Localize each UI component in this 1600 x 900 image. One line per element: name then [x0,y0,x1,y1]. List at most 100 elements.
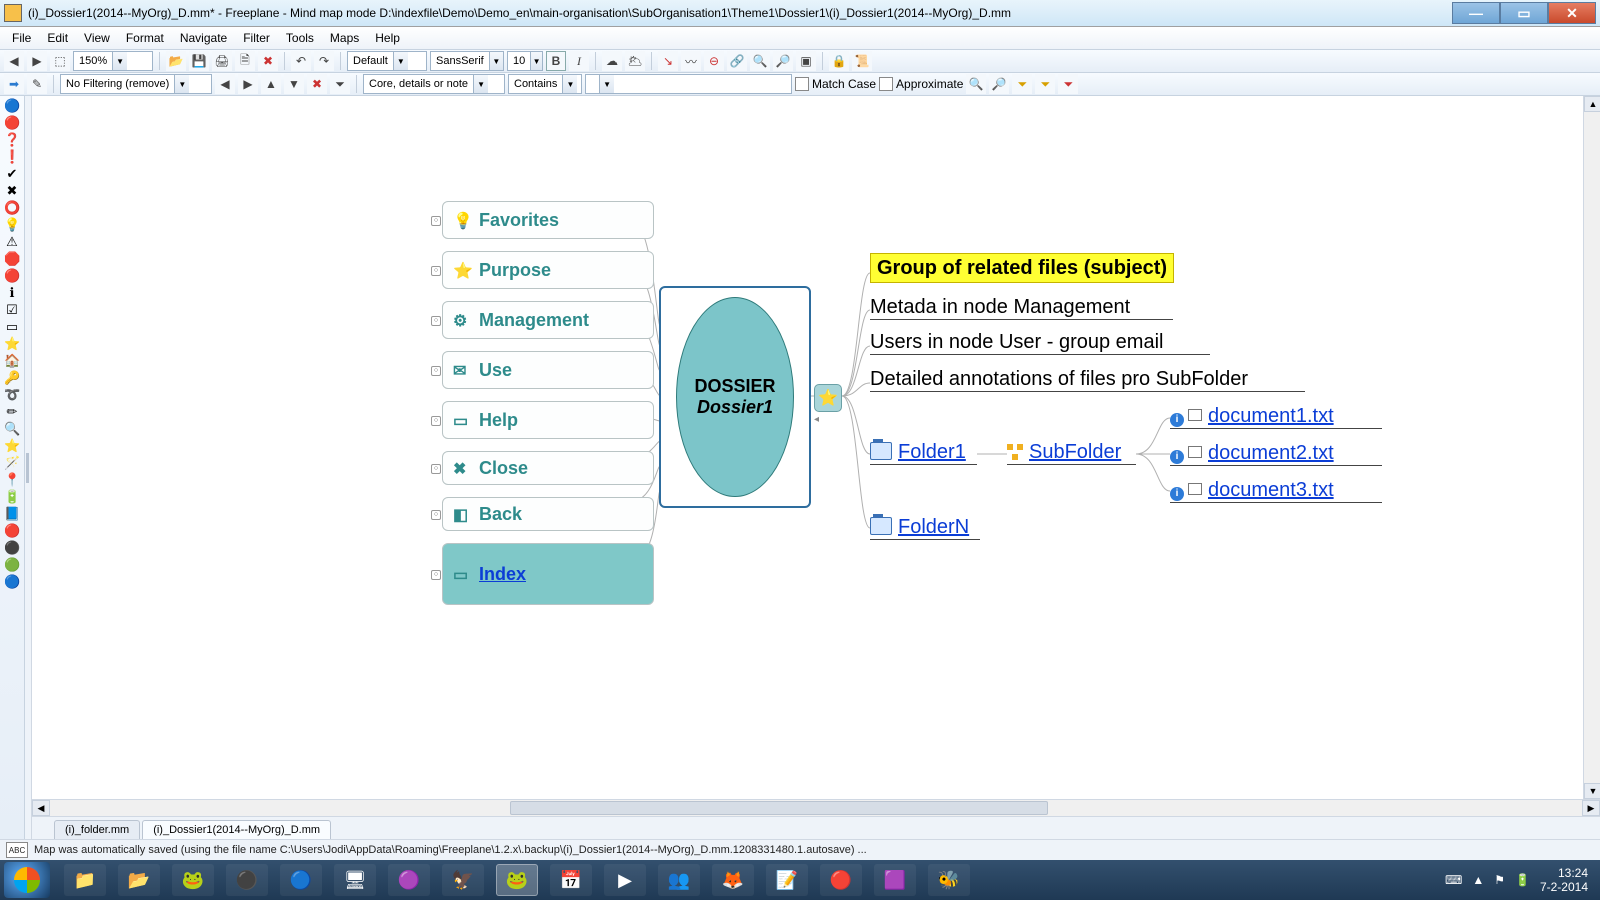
toggle-handle-icon[interactable]: ○ [431,510,441,520]
subfolder-link[interactable]: SubFolder [1029,441,1121,463]
sidebar-icon-14[interactable]: ⭐ [4,336,20,352]
left-node-close[interactable]: ○✖Close [442,451,654,485]
left-node-purpose[interactable]: ○⭐Purpose [442,251,654,289]
sidebar-icon-26[interactable]: ⚫ [4,540,20,556]
find-next-icon[interactable]: 🔎 [989,74,1009,94]
sidebar-icon-19[interactable]: 🔍 [4,421,20,437]
tray-flag-icon[interactable]: ⚑ [1494,873,1505,887]
sidebar-icon-23[interactable]: 🔋 [4,489,20,505]
left-node-index[interactable]: ○▭Index [442,543,654,605]
node-document3[interactable]: idocument3.txt [1170,479,1382,503]
filter-match-combo[interactable]: Contains▼ [508,74,582,94]
approximate-checkbox[interactable]: Approximate [879,77,963,91]
taskbar-app-1[interactable]: 📂 [118,864,160,896]
encrypt-icon[interactable]: 🔒 [829,51,849,71]
folder1-link[interactable]: Folder1 [898,441,966,463]
nav-back-icon[interactable]: ◀ [4,51,24,71]
paragraph-style-combo[interactable]: Default▼ [347,51,427,71]
italic-icon[interactable]: I [569,51,589,71]
edge-style-icon[interactable]: ↘ [658,51,678,71]
menu-edit[interactable]: Edit [39,29,76,47]
filter-scope-combo[interactable]: Core, details or note▼ [363,74,505,94]
filter-prev-icon[interactable]: ◀ [215,74,235,94]
taskbar-app-16[interactable]: 🐝 [928,864,970,896]
filter-apply-icon[interactable]: ➡ [4,74,24,94]
sidebar-icon-25[interactable]: 🔴 [4,523,20,539]
splitter[interactable] [25,96,32,839]
taskbar-app-5[interactable]: 🖥 [334,864,376,896]
sidebar-icon-5[interactable]: ✖ [4,183,20,199]
sidebar-icon-17[interactable]: ➰ [4,387,20,403]
root-node[interactable]: DOSSIER Dossier1 [659,286,811,508]
mindmap-canvas[interactable]: ○💡Favorites○⭐Purpose○⚙Management○✉Use○▭H… [32,96,1583,799]
save-icon[interactable]: 💾 [189,51,209,71]
foldern-link[interactable]: FolderN [898,516,969,538]
sidebar-icon-6[interactable]: ⭕ [4,200,20,216]
toggle-handle-icon[interactable]: ○ [431,216,441,226]
filter-funnel-icon[interactable]: ⏷ [330,74,350,94]
node-document2[interactable]: idocument2.txt [1170,442,1382,466]
cloud-color-icon[interactable]: 🌥 [625,51,645,71]
tray-battery-icon[interactable]: 🔋 [1515,873,1530,887]
sidebar-icon-11[interactable]: ℹ [4,285,20,301]
taskbar-app-14[interactable]: 🔴 [820,864,862,896]
close-map-icon[interactable]: ✖ [258,51,278,71]
sidebar-icon-24[interactable]: 📘 [4,506,20,522]
taskbar-app-15[interactable]: 🟪 [874,864,916,896]
document3-link[interactable]: document3.txt [1208,479,1334,501]
document1-link[interactable]: document1.txt [1208,405,1334,427]
sidebar-icon-20[interactable]: ⭐ [4,438,20,454]
menu-maps[interactable]: Maps [322,29,367,47]
deselect-icon[interactable]: ⏷ [1058,74,1078,94]
open-icon[interactable]: 📂 [166,51,186,71]
menu-file[interactable]: File [4,29,39,47]
sidebar-icon-21[interactable]: 🪄 [4,455,20,471]
cloud-icon[interactable]: ☁ [602,51,622,71]
taskbar-app-2[interactable]: 🐸 [172,864,214,896]
filter-next-icon[interactable]: ▶ [238,74,258,94]
sidebar-icon-16[interactable]: 🔑 [4,370,20,386]
match-case-checkbox[interactable]: Match Case [795,77,876,91]
taskbar-app-13[interactable]: 📝 [766,864,808,896]
maximize-button[interactable]: ▭ [1500,2,1548,24]
new-map-icon[interactable]: 🗎 [235,51,255,71]
toggle-handle-icon[interactable]: ○ [431,570,441,580]
filter-up-icon[interactable]: ▲ [261,74,281,94]
taskbar-app-6[interactable]: 🟣 [388,864,430,896]
left-node-use[interactable]: ○✉Use [442,351,654,389]
node-document1[interactable]: idocument1.txt [1170,405,1382,429]
tab-folder[interactable]: (i)_folder.mm [54,820,140,839]
node-subfolder[interactable]: SubFolder [1007,441,1136,465]
select-all-icon[interactable]: ⏷ [1012,74,1032,94]
tray-keyboard-icon[interactable]: ⌨ [1445,873,1462,887]
sidebar-icon-4[interactable]: ✔ [4,166,20,182]
note-line-3[interactable]: Detailed annotations of files pro SubFol… [870,368,1305,392]
sidebar-icon-7[interactable]: 💡 [4,217,20,233]
taskbar-app-12[interactable]: 🦊 [712,864,754,896]
taskbar-app-3[interactable]: ⚫ [226,864,268,896]
fit-page-icon[interactable]: ▣ [796,51,816,71]
sidebar-icon-18[interactable]: ✏ [4,404,20,420]
note-line-2[interactable]: Users in node User - group email [870,331,1210,355]
select-matching-icon[interactable]: ⏷ [1035,74,1055,94]
taskbar-app-7[interactable]: 🦅 [442,864,484,896]
toggle-handle-icon[interactable]: ○ [431,266,441,276]
menu-filter[interactable]: Filter [235,29,278,47]
taskbar-app-11[interactable]: 👥 [658,864,700,896]
sidebar-icon-2[interactable]: ❓ [4,132,20,148]
edge-link-icon[interactable]: ⊖ [704,51,724,71]
sidebar-icon-13[interactable]: ▭ [4,319,20,335]
sidebar-icon-8[interactable]: ⚠ [4,234,20,250]
system-tray[interactable]: ⌨ ▲ ⚑ 🔋 13:24 7-2-2014 [1445,866,1596,894]
sidebar-icon-27[interactable]: 🟢 [4,557,20,573]
close-button[interactable]: ✕ [1548,2,1596,24]
node-folder1[interactable]: Folder1 [870,441,977,465]
horizontal-scrollbar[interactable]: ◀▶ [32,799,1600,816]
left-node-favorites[interactable]: ○💡Favorites [442,201,654,239]
sidebar-icon-10[interactable]: 🔴 [4,268,20,284]
document2-link[interactable]: document2.txt [1208,442,1334,464]
sidebar-icon-0[interactable]: 🔵 [4,98,20,114]
start-button[interactable] [4,862,50,898]
nav-home-icon[interactable]: ⬚ [50,51,70,71]
sidebar-icon-22[interactable]: 📍 [4,472,20,488]
